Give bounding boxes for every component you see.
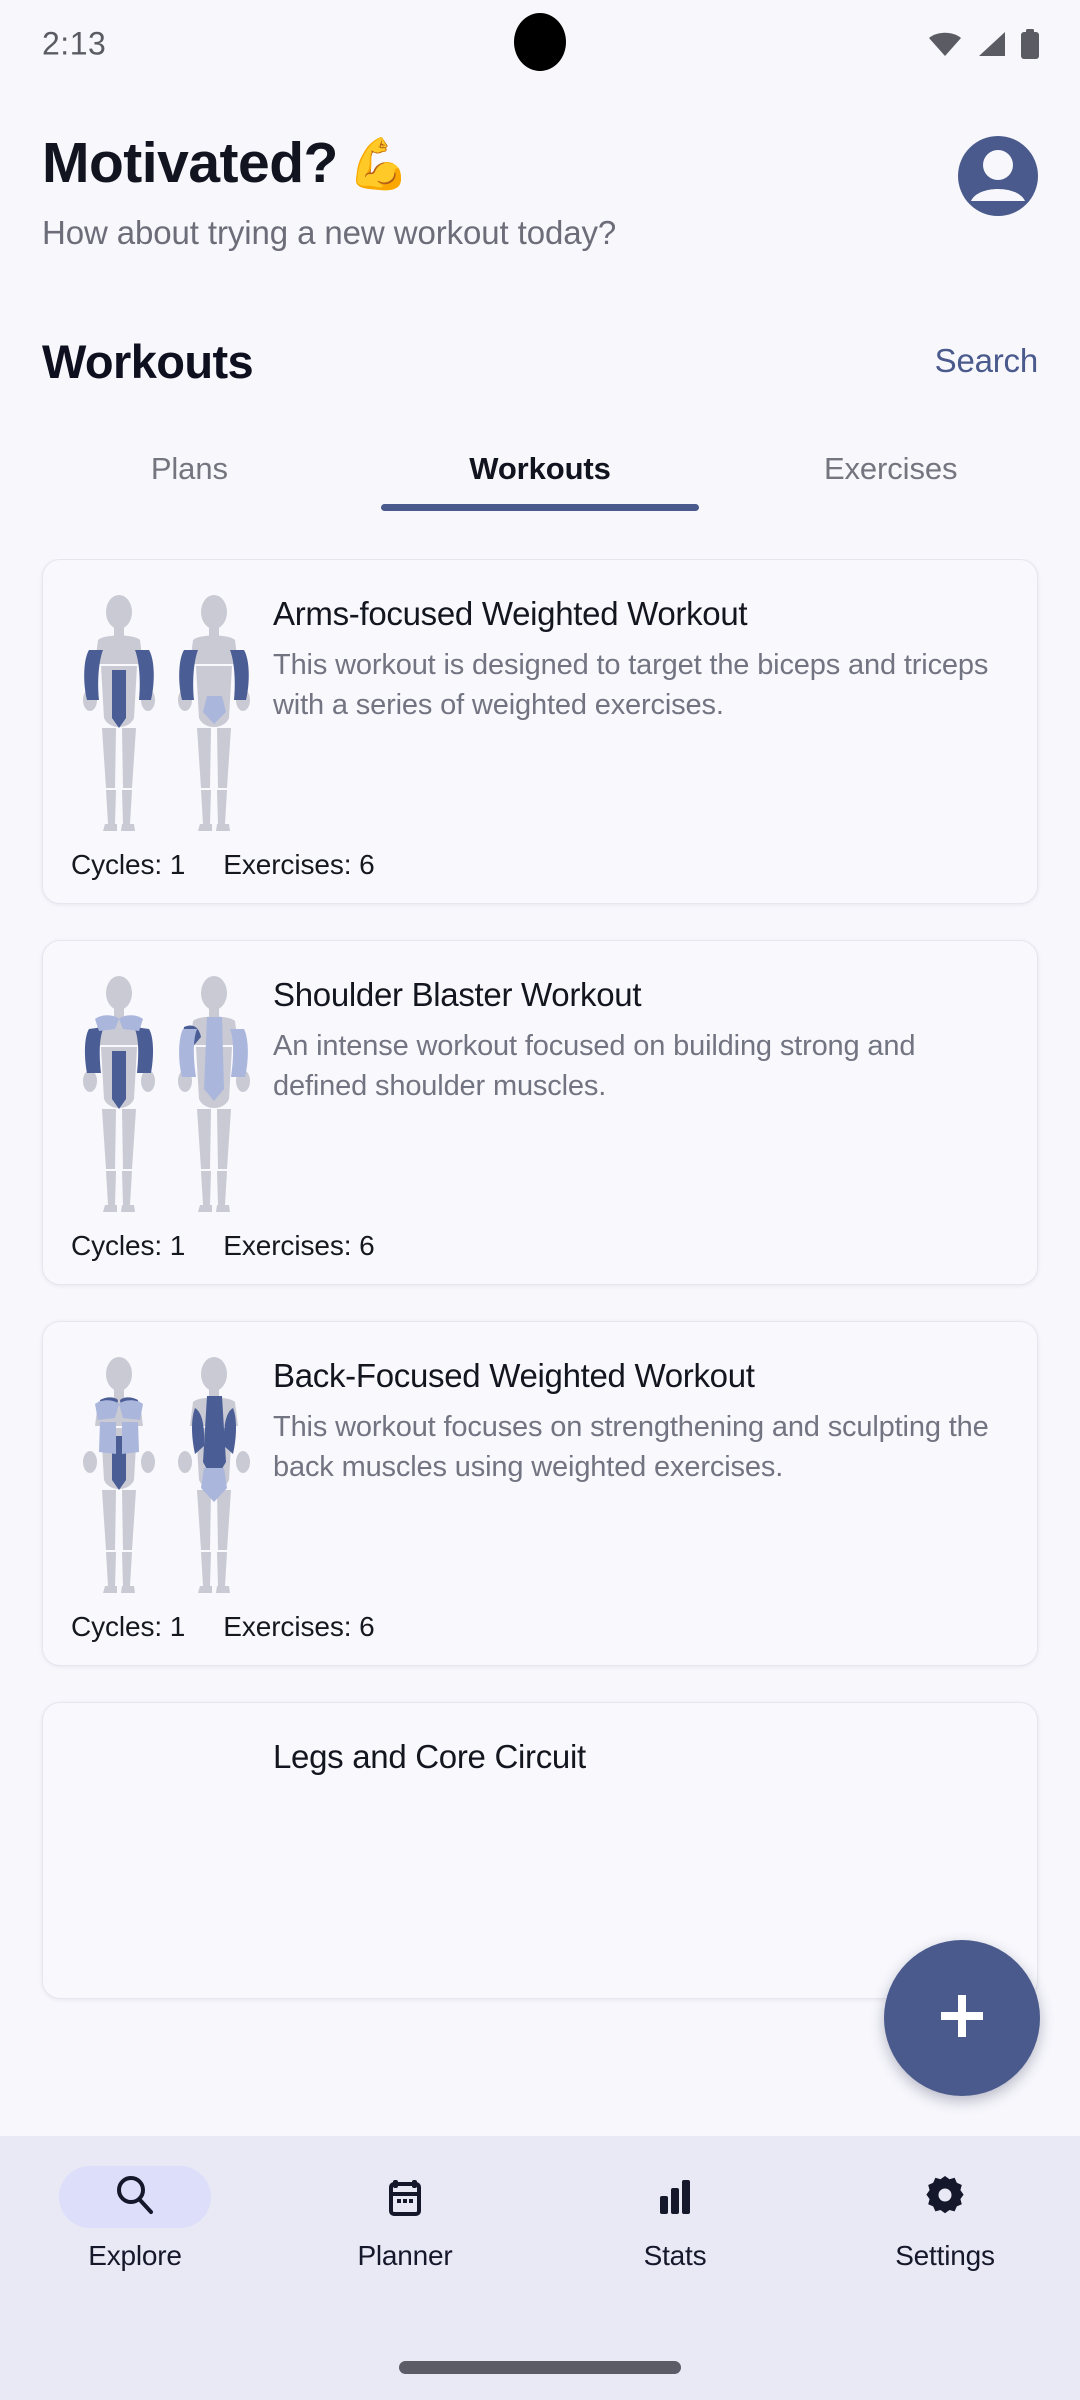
muscle-map-figure [71, 1731, 261, 1976]
body-diagram-shoulders-icon [83, 975, 250, 1212]
workout-card-main: Shoulder Blaster Workout An intense work… [71, 969, 1009, 1214]
battery-icon [1020, 29, 1040, 59]
greeting-line: Motivated? 💪 [42, 131, 616, 196]
nav-label-stats: Stats [643, 2240, 707, 2271]
greeting-title: Motivated? [42, 131, 338, 195]
nav-item-planner[interactable]: Planner [270, 2166, 540, 2272]
camera-punch-hole [514, 13, 566, 71]
section-header: Workouts Search [0, 252, 1080, 389]
workout-meta: Cycles: 1 Exercises: 6 [71, 1611, 1009, 1643]
body-diagram-back-icon [83, 1356, 250, 1593]
workout-meta: Cycles: 1 Exercises: 6 [71, 849, 1009, 881]
workout-card-body: Shoulder Blaster Workout An intense work… [273, 969, 1009, 1214]
greeting-subtitle: How about trying a new workout today? [42, 213, 617, 251]
nav-label-explore: Explore [88, 2240, 182, 2271]
workout-card[interactable]: Back-Focused Weighted Workout This worko… [42, 1320, 1038, 1666]
workout-exercises: Exercises: 6 [223, 1610, 375, 1642]
body-diagram-arms-icon [83, 594, 250, 831]
nav-label-planner: Planner [357, 2240, 453, 2271]
workout-cycles: Cycles: 1 [71, 848, 186, 880]
search-link[interactable]: Search [935, 342, 1039, 380]
workout-description: This workout is designed to target the b… [273, 649, 989, 722]
workout-description: An intense workout focused on building s… [273, 1030, 916, 1103]
workout-card[interactable]: Legs and Core Circuit [42, 1701, 1038, 1999]
workout-card-body: Arms-focused Weighted Workout This worko… [273, 588, 1009, 833]
workout-title: Shoulder Blaster Workout [273, 975, 642, 1013]
account-circle-icon [958, 134, 1038, 219]
muscle-map-figure [71, 1350, 261, 1595]
add-workout-fab[interactable] [884, 1940, 1040, 2096]
tab-bar: Plans Workouts Exercises [0, 451, 1080, 511]
tab-workouts[interactable]: Workouts [365, 451, 716, 511]
cellular-signal-icon [976, 31, 1006, 57]
nav-pill-settings [869, 2166, 1021, 2228]
workout-meta: Cycles: 1 Exercises: 6 [71, 1230, 1009, 1262]
workout-title: Back-Focused Weighted Workout [273, 1356, 755, 1394]
nav-pill-stats [599, 2166, 751, 2228]
status-time: 2:13 [42, 25, 107, 62]
greeting-text-block: Motivated? 💪 How about trying a new work… [42, 128, 616, 252]
calendar-icon [382, 2172, 428, 2223]
workout-card-main: Arms-focused Weighted Workout This worko… [71, 588, 1009, 833]
workout-card-body: Back-Focused Weighted Workout This worko… [273, 1350, 1009, 1595]
tab-plans[interactable]: Plans [14, 451, 365, 511]
bottom-navigation-bar: Explore Planner Stats Settings [0, 2136, 1080, 2400]
workout-card[interactable]: Arms-focused Weighted Workout This worko… [42, 558, 1038, 904]
nav-label-settings: Settings [895, 2240, 995, 2271]
page-title: Workouts [42, 334, 254, 388]
workout-title: Arms-focused Weighted Workout [273, 594, 748, 632]
nav-item-stats[interactable]: Stats [540, 2166, 810, 2272]
avatar[interactable] [958, 136, 1038, 216]
nav-pill-planner [329, 2166, 481, 2228]
plus-icon [933, 1987, 991, 2050]
phone-screen: 2:13 Motivated? 💪 How about trying a new… [0, 0, 1080, 2400]
workout-cycles: Cycles: 1 [71, 1610, 186, 1642]
workout-title: Legs and Core Circuit [273, 1737, 586, 1775]
nav-item-settings[interactable]: Settings [810, 2166, 1080, 2272]
home-indicator[interactable] [399, 2361, 681, 2374]
nav-pill-explore [59, 2166, 211, 2228]
workout-card-body: Legs and Core Circuit [273, 1731, 1009, 1976]
greeting-header: Motivated? 💪 How about trying a new work… [0, 92, 1080, 252]
workout-card[interactable]: Shoulder Blaster Workout An intense work… [42, 939, 1038, 1285]
search-icon [112, 2172, 158, 2223]
status-icons [928, 29, 1040, 59]
workout-exercises: Exercises: 6 [223, 1229, 375, 1261]
workout-cycles: Cycles: 1 [71, 1229, 186, 1261]
wifi-icon [928, 31, 962, 57]
workout-list[interactable]: Arms-focused Weighted Workout This worko… [0, 558, 1080, 2400]
workout-card-main: Back-Focused Weighted Workout This worko… [71, 1350, 1009, 1595]
tab-exercises[interactable]: Exercises [715, 451, 1066, 511]
workout-exercises: Exercises: 6 [223, 848, 375, 880]
workout-description: This workout focuses on strengthening an… [273, 1411, 989, 1484]
nav-item-explore[interactable]: Explore [0, 2166, 270, 2272]
muscle-map-figure [71, 969, 261, 1214]
workout-card-main: Legs and Core Circuit [71, 1731, 1009, 1976]
muscle-map-figure [71, 588, 261, 833]
bar-chart-icon [652, 2172, 698, 2223]
status-bar: 2:13 [0, 0, 1080, 92]
gear-icon [922, 2172, 968, 2223]
flexed-biceps-emoji-icon: 💪 [347, 135, 410, 192]
